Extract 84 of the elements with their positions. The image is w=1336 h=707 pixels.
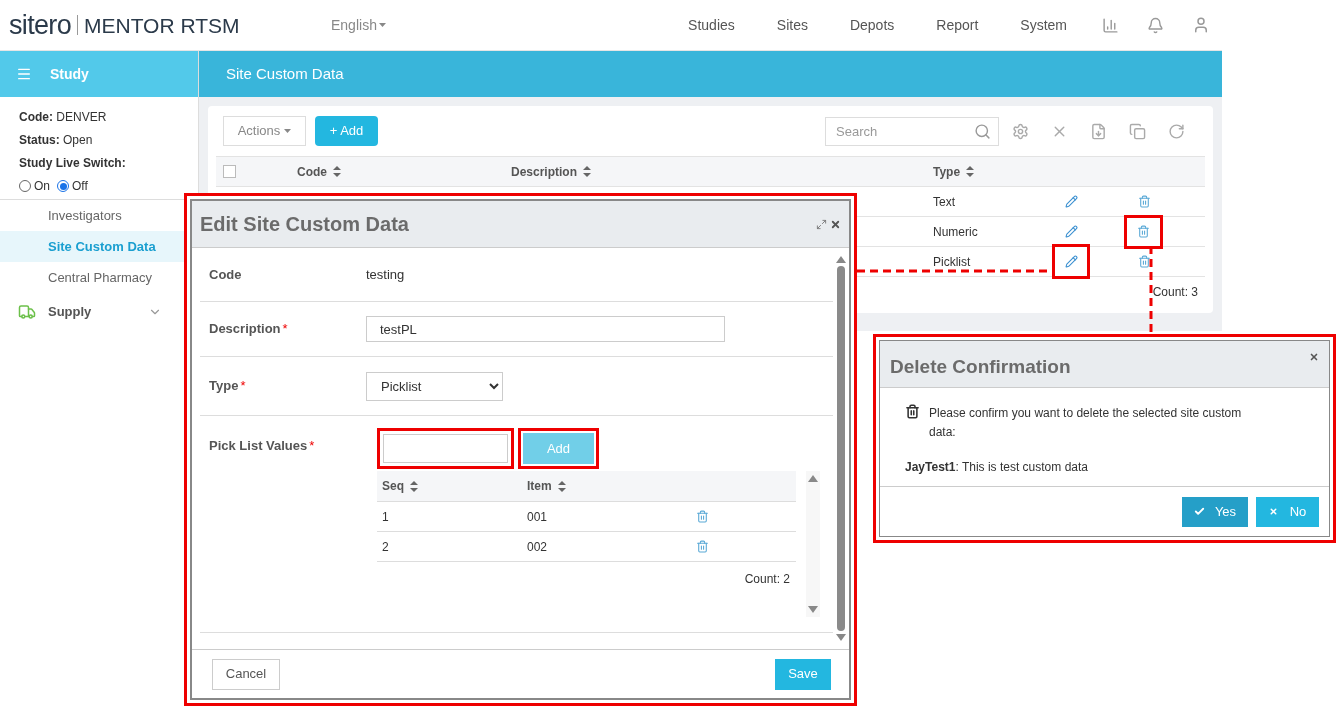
chart-icon[interactable] — [1102, 16, 1119, 34]
truck-icon — [18, 303, 36, 321]
table-cell-text: Picklist — [933, 253, 971, 271]
expand-icon[interactable] — [816, 218, 827, 230]
search-icon[interactable] — [974, 122, 991, 140]
bell-icon[interactable] — [1147, 16, 1164, 34]
scroll-up-icon[interactable] — [836, 256, 846, 263]
field-label: Description — [209, 321, 281, 337]
required-mark: * — [240, 378, 246, 394]
close-icon[interactable] — [830, 218, 841, 230]
sort-icon — [966, 166, 975, 177]
language-dropdown[interactable]: English — [331, 14, 386, 36]
dialog-title: Edit Site Custom Data — [200, 212, 409, 237]
required-mark: * — [282, 321, 288, 337]
column-header[interactable]: Type — [933, 162, 961, 181]
live-switch-label: Study Live Switch: — [19, 155, 127, 172]
study-info-text: Status: Open — [19, 132, 94, 149]
nav-link[interactable]: Sites — [755, 14, 829, 36]
nav-link[interactable]: Depots — [828, 14, 916, 36]
scrollbar[interactable] — [806, 471, 820, 617]
sort-icon — [333, 166, 341, 177]
pick-value-field[interactable] — [383, 434, 508, 463]
table-cell-text: 002 — [527, 538, 549, 556]
close-icon[interactable] — [1309, 352, 1319, 362]
copy-icon[interactable] — [1129, 122, 1146, 140]
close-icon — [1268, 507, 1278, 516]
menu-icon[interactable] — [16, 66, 32, 82]
edit-icon[interactable] — [1064, 195, 1078, 208]
field-label: Pick List Values — [209, 438, 308, 453]
trash-icon[interactable] — [696, 540, 709, 553]
logo-product: MENTOR RTSM — [84, 14, 240, 36]
table-cell-text: 2 — [381, 538, 390, 556]
required-mark: * — [309, 438, 315, 453]
sort-icon — [583, 166, 591, 177]
type-select[interactable]: Picklist — [366, 371, 503, 401]
table-cell-text: Text — [933, 193, 955, 211]
radio-option[interactable]: On — [19, 177, 50, 195]
caret-icon — [378, 23, 386, 27]
confirm-message: Please confirm you want to delete the selected site custom data: — [929, 405, 1243, 441]
check-icon — [1193, 506, 1205, 517]
field-label: Code — [209, 265, 243, 284]
actions-button[interactable]: Actions — [223, 116, 306, 146]
settings-icon[interactable] — [1012, 122, 1029, 140]
trash-icon — [905, 404, 920, 419]
table-cell-text: 1 — [381, 508, 390, 526]
column-header[interactable]: Description — [511, 162, 577, 181]
dialog-title: Delete Confirmation — [890, 355, 1071, 379]
nav-link[interactable]: Studies — [667, 14, 756, 36]
description-field[interactable]: testPL — [366, 316, 725, 342]
radio-option[interactable]: Off — [57, 177, 88, 195]
page-title: Site Custom Data — [226, 63, 344, 84]
row-count: Count: 2 — [744, 571, 790, 588]
header-checkbox[interactable] — [223, 165, 236, 178]
table-cell-text: Numeric — [933, 223, 978, 241]
nav-link[interactable]: System — [999, 14, 1088, 36]
user-icon[interactable] — [1192, 16, 1210, 34]
scroll-up-icon[interactable] — [808, 475, 818, 482]
download-icon[interactable] — [1090, 122, 1107, 140]
scroll-down-icon[interactable] — [808, 606, 818, 613]
column-header[interactable]: Item — [527, 477, 552, 495]
field-label: Type — [209, 378, 239, 394]
caret-icon — [284, 129, 292, 133]
search-field[interactable]: Search — [825, 116, 999, 146]
column-header[interactable]: Code — [297, 162, 327, 181]
edit-icon[interactable] — [1064, 255, 1078, 268]
trash-icon[interactable] — [1137, 225, 1150, 238]
edit-icon[interactable] — [1064, 225, 1078, 238]
scroll-down-icon[interactable] — [836, 634, 846, 641]
cancel-button[interactable]: Cancel — [212, 658, 280, 690]
column-header[interactable]: Seq — [382, 477, 404, 495]
trash-icon[interactable] — [696, 510, 709, 523]
logo-brand: sitero — [9, 11, 71, 39]
sort-icon — [410, 480, 418, 492]
field-value: testing — [366, 265, 405, 284]
refresh-icon[interactable] — [1168, 122, 1185, 140]
nav-link[interactable]: Report — [915, 14, 1000, 36]
study-info-text: Code: DENVER — [19, 109, 108, 126]
trash-icon[interactable] — [1137, 255, 1151, 268]
table-cell-text: 001 — [527, 508, 549, 526]
trash-icon[interactable] — [1137, 195, 1151, 208]
sidebar-title: Study — [50, 64, 89, 84]
sort-icon — [557, 480, 566, 492]
confirm-item: JayTest1: This is test custom data — [905, 459, 1089, 476]
row-count: Count: 3 — [1152, 284, 1198, 301]
